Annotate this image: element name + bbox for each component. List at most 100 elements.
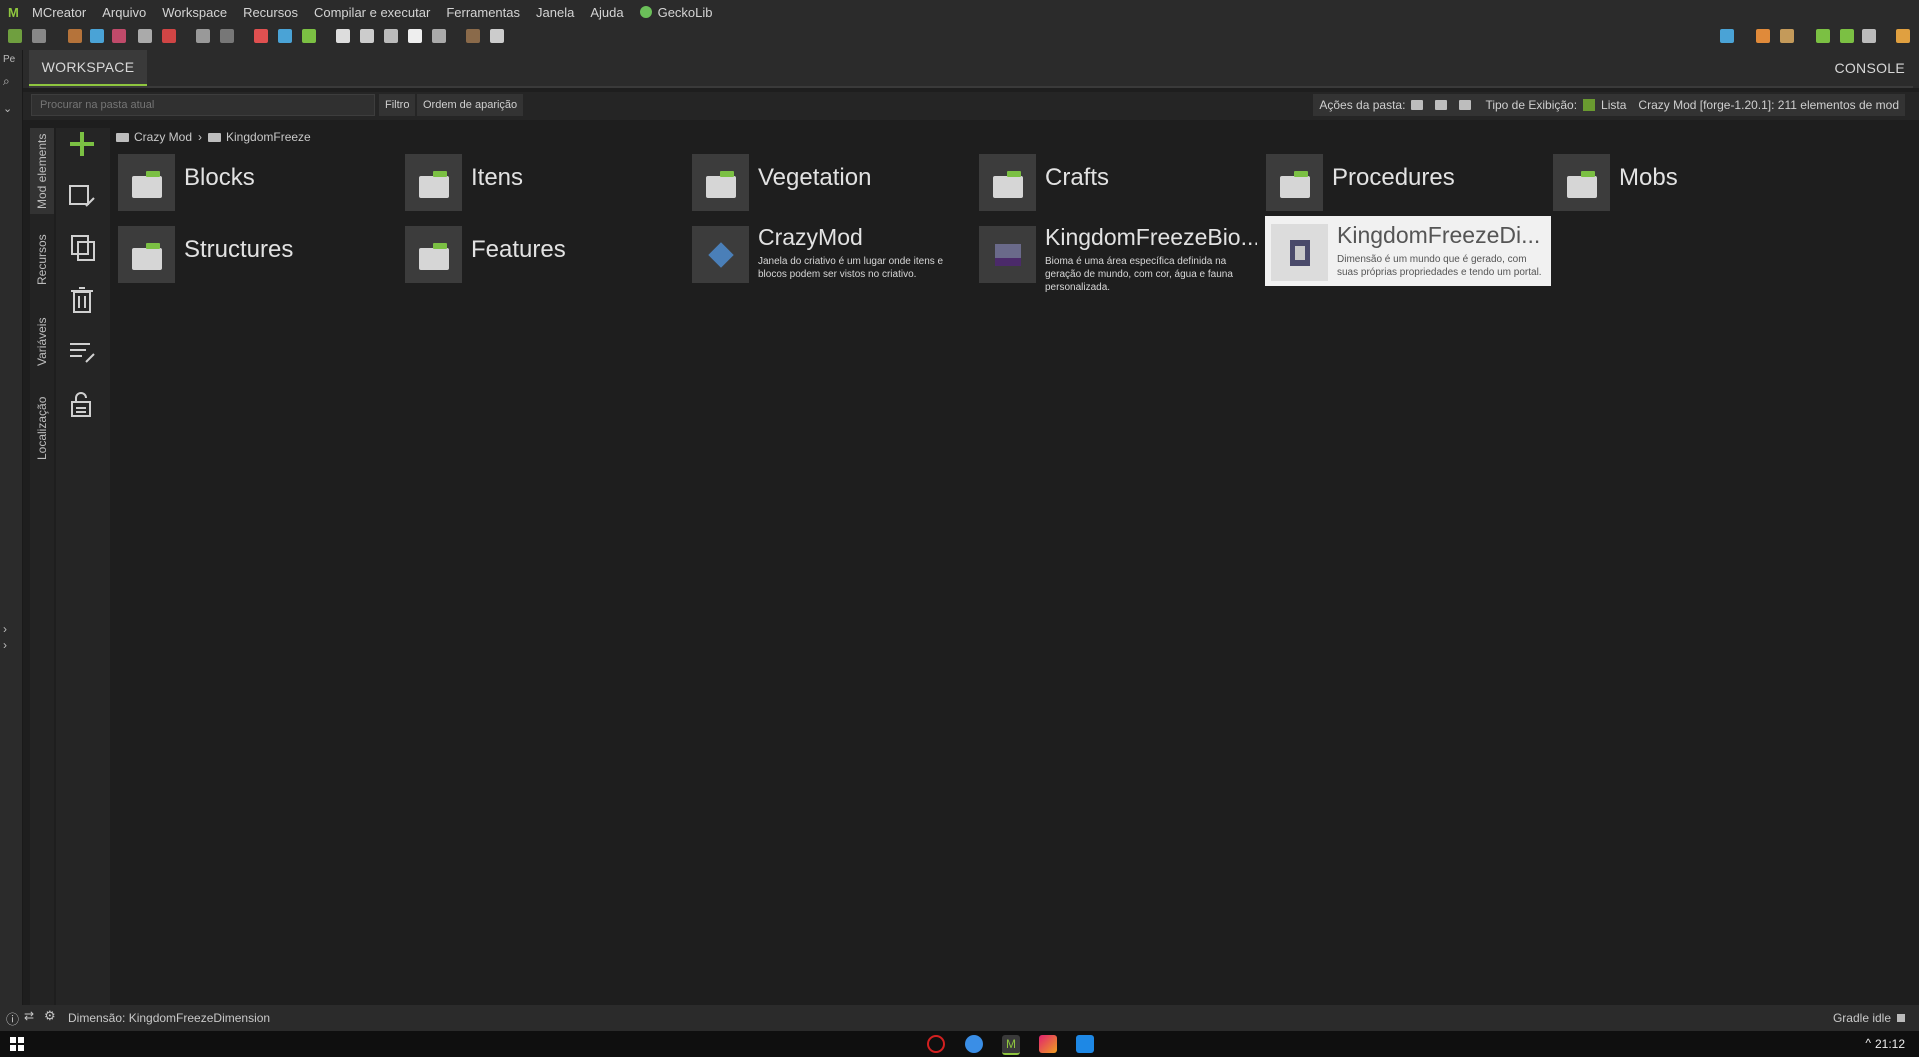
duplicate-icon[interactable] [66,232,98,264]
refresh-icon[interactable] [90,29,104,43]
folder-card-crafts[interactable]: Crafts [973,146,1259,216]
share-icon[interactable]: ⇄ [24,1009,34,1023]
order-button[interactable]: Ordem de aparição [417,94,524,116]
new-folder-icon[interactable] [1411,100,1424,110]
opera-browser-icon[interactable] [927,1035,945,1053]
search-input[interactable] [31,94,375,116]
gradle-status-icon [1897,1014,1905,1022]
menu-recursos[interactable]: Recursos [243,5,298,20]
export-icon[interactable] [138,29,152,43]
chevron-up-icon[interactable]: ^ [1865,1036,1871,1050]
pen-icon[interactable] [490,29,504,43]
tool-icon[interactable] [336,29,350,43]
menu-arquivo[interactable]: Arquivo [102,5,146,20]
hammer-icon[interactable] [1780,29,1794,43]
tab-workspace[interactable]: WORKSPACE [29,50,147,88]
stop-icon[interactable] [1862,29,1876,43]
menu-geckolib[interactable]: GeckoLib [639,5,713,20]
vtab-mod-elements[interactable]: Mod elements [30,128,54,214]
folder-card-itens[interactable]: Itens [399,146,685,216]
gradle-status-label: Gradle idle [1832,1011,1891,1025]
chevron-down-icon[interactable]: ⌄ [3,102,12,115]
list-edit-icon[interactable] [66,336,98,368]
folder-card-structures[interactable]: Structures [112,218,398,288]
paint-app-icon[interactable] [1039,1035,1057,1053]
chevron-right-icon[interactable]: › [3,622,7,636]
list-view-icon[interactable] [1583,99,1596,111]
element-title: KingdomFreezeBio... [1045,224,1257,250]
search-icon[interactable]: ⌕ [3,74,10,89]
delete-icon[interactable] [66,284,98,316]
clapper-icon[interactable] [466,29,480,43]
grid-icon[interactable] [278,29,292,43]
lock-edit-icon[interactable] [66,388,98,420]
bucket-icon[interactable] [432,29,446,43]
chevron-right-icon-2[interactable]: › [3,638,7,652]
elements-panel: Crazy Mod › KingdomFreeze Blocks Itens V… [112,128,1919,1005]
tab-console[interactable]: CONSOLE [1834,60,1905,76]
shape-icon[interactable] [360,29,374,43]
breadcrumb-root[interactable]: Crazy Mod [134,130,192,144]
left-strip-label: Pe [3,54,16,65]
menu-ferramentas[interactable]: Ferramentas [446,5,520,20]
folder-card-label: Procedures [1332,164,1455,191]
folder-card-label: Vegetation [758,164,872,191]
folder-icon-breadcrumb-current [208,132,222,142]
folder-icon[interactable] [1720,29,1734,43]
menu-janela[interactable]: Janela [536,5,574,20]
debug-icon[interactable] [1840,29,1854,43]
edit-icon[interactable] [66,180,98,212]
import-icon[interactable] [68,29,82,43]
element-card-dimension[interactable]: KingdomFreezeDi... Dimensão é um mundo q… [1265,216,1551,286]
texture-icon[interactable] [112,29,126,43]
mail-app-icon[interactable] [1076,1035,1094,1053]
vtab-localizacao[interactable]: Localização [30,388,54,468]
element-card-biome[interactable]: KingdomFreezeBio... Bioma é uma área esp… [973,218,1259,293]
folder-card-blocks[interactable]: Blocks [112,146,398,216]
folder-card-label: Blocks [184,164,255,191]
brush-icon[interactable] [384,29,398,43]
vtab-recursos[interactable]: Recursos [30,224,54,296]
rename-folder-icon[interactable] [1435,100,1448,110]
download-icon[interactable] [162,29,176,43]
view-mode-label[interactable]: Lista [1601,94,1626,116]
folder-card-vegetation[interactable]: Vegetation [686,146,972,216]
mcreator-taskbar-icon[interactable]: M [1002,1035,1020,1055]
add-icon[interactable] [66,128,98,160]
mcreator-logo-icon[interactable]: M [8,5,24,20]
move-folder-icon[interactable] [1459,100,1472,110]
element-card-crazymod[interactable]: CrazyMod Janela do criativo é um lugar o… [686,218,972,288]
run-icon[interactable] [1816,29,1830,43]
creative-tab-icon [692,226,749,283]
menu-compilar[interactable]: Compilar e executar [314,5,430,20]
dimension-icon [1271,224,1328,281]
menu-ajuda[interactable]: Ajuda [590,5,623,20]
windows-start-icon[interactable] [10,1037,24,1051]
folder-icon [979,154,1036,211]
settings-icon[interactable] [196,29,210,43]
gift-icon[interactable] [254,29,268,43]
structure-icon[interactable] [220,29,234,43]
folder-card-features[interactable]: Features [399,218,685,288]
folder-icon [118,226,175,283]
blocks-icon[interactable] [302,29,316,43]
left-strip: Pe ⌕ ⌄ › › [0,50,23,1005]
menu-mcreator[interactable]: MCreator [32,5,86,20]
menu-workspace[interactable]: Workspace [162,5,227,20]
info-icon[interactable]: ⓘ [6,1009,19,1028]
gear-icon[interactable]: ⚙ [44,1008,56,1024]
workspace-icon[interactable] [8,29,22,43]
messenger-icon[interactable] [965,1035,983,1053]
folder-card-label: Itens [471,164,524,191]
export-run-icon[interactable] [1896,29,1910,43]
folder-card-procedures[interactable]: Procedures [1260,146,1546,216]
folder-card-mobs[interactable]: Mobs [1547,146,1833,216]
eraser-icon[interactable] [1756,29,1770,43]
paint-icon[interactable] [408,29,422,43]
window-icon[interactable] [32,29,46,43]
filter-button[interactable]: Filtro [379,94,416,116]
vtab-variaveis[interactable]: Variáveis [30,306,54,378]
menu-bar: M MCreator Arquivo Workspace Recursos Co… [0,0,1919,24]
status-bar: ⓘ ⇄ ⚙ Dimensão: KingdomFreezeDimension G… [0,1005,1919,1031]
breadcrumb-current[interactable]: KingdomFreeze [226,130,311,144]
